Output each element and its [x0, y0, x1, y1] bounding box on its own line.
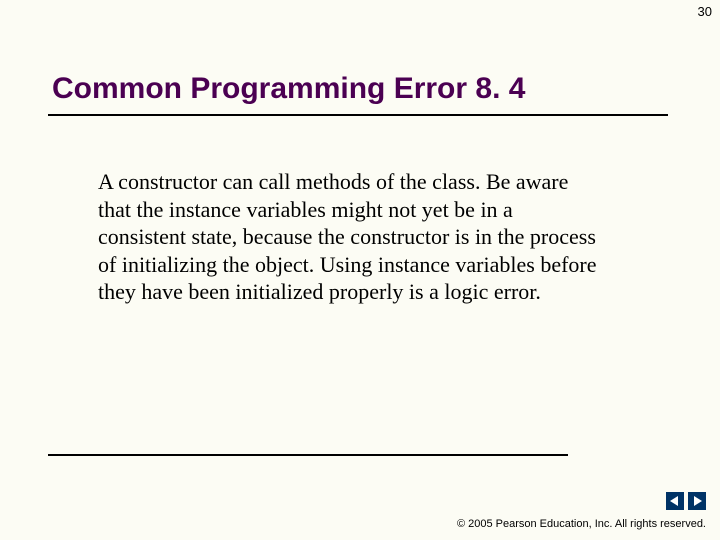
- next-button[interactable]: [688, 492, 706, 510]
- divider-top: [48, 114, 668, 116]
- slide-title: Common Programming Error 8. 4: [52, 72, 525, 106]
- triangle-left-icon: [670, 496, 680, 506]
- prev-button[interactable]: [666, 492, 684, 510]
- copyright-text: © 2005 Pearson Education, Inc. All right…: [457, 518, 706, 530]
- triangle-right-icon: [692, 496, 702, 506]
- page-number: 30: [698, 4, 712, 19]
- nav-controls: [666, 492, 706, 510]
- body-text: A constructor can call methods of the cl…: [98, 168, 598, 306]
- divider-bottom: [48, 454, 568, 456]
